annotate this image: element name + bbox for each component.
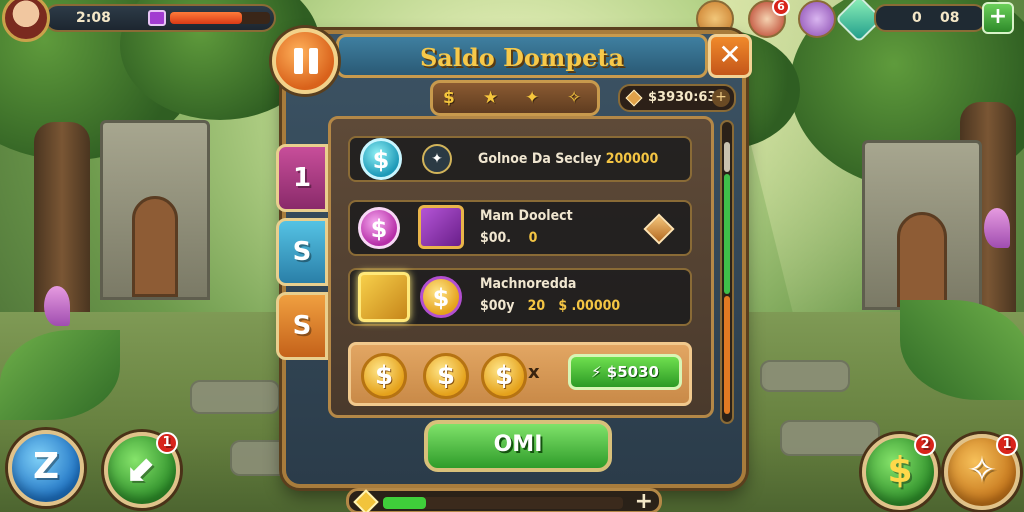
- gold-chest-icon: [358, 272, 410, 322]
- gold-coin-icon: $: [361, 353, 407, 399]
- resource-counter: 0 08: [874, 4, 986, 32]
- dollar-button[interactable]: $ 2: [862, 434, 938, 510]
- side-tab-2[interactable]: S: [276, 218, 328, 286]
- add-progress-button[interactable]: +: [635, 489, 653, 512]
- arrow-down-button[interactable]: ⬋ 1: [104, 432, 180, 508]
- side-tab-3[interactable]: S: [276, 292, 328, 360]
- pause-icon-bar: [309, 48, 318, 74]
- scrollbar-orange-segment: [724, 296, 730, 414]
- scrollbar-thumb[interactable]: [724, 142, 730, 172]
- progress-fill: [383, 497, 427, 509]
- close-button[interactable]: ✕: [708, 34, 752, 78]
- energy-bar-fill: [170, 12, 242, 24]
- category-tab-strip: $ ★ ✦ ✧: [430, 80, 600, 116]
- energy-bar: [170, 12, 270, 24]
- path-stone: [190, 380, 280, 414]
- progress-track: [383, 497, 623, 509]
- player-avatar[interactable]: [2, 0, 50, 42]
- side-tab-1[interactable]: 1: [276, 144, 328, 212]
- row-label: Machnoredda: [480, 276, 577, 292]
- dialog-title: Saldo Dompeta: [419, 43, 625, 72]
- ok-button[interactable]: OMI: [424, 420, 612, 472]
- coin-balance: $3930:63 +: [618, 84, 736, 112]
- path-stone: [780, 420, 880, 456]
- resource-value-right: 08: [940, 10, 960, 26]
- gold-coin-icon: $: [481, 353, 527, 399]
- dollar-icon: $: [887, 450, 913, 491]
- notification-badge: 2: [914, 434, 936, 456]
- add-coins-button[interactable]: +: [712, 89, 730, 107]
- coin-balance-amount: $3930:63: [648, 90, 717, 105]
- star-gem-icon: [353, 489, 379, 512]
- scrollbar[interactable]: [720, 120, 734, 424]
- scrollbar-green-segment: [724, 174, 730, 294]
- row-amount: $00y 20 $ .00000: [480, 298, 621, 314]
- warrior-portrait-icon[interactable]: 6: [748, 0, 790, 38]
- shop-row[interactable]: $ Mam Doolect $00. 0: [348, 200, 692, 256]
- dialog-title-bar: Saldo Dompeta: [336, 34, 708, 78]
- hud-left: 2:08: [0, 0, 280, 42]
- stone-ruin: [862, 140, 982, 310]
- star-medal-icon: ✦: [422, 144, 452, 174]
- tab-coins[interactable]: $: [443, 88, 455, 108]
- tab-sparkle[interactable]: ✦: [525, 88, 539, 108]
- notification-badge: 1: [156, 432, 178, 454]
- shop-row[interactable]: $ ✦ Golnoe Da Secley 200000: [348, 136, 692, 182]
- shop-row[interactable]: $ Machnoredda $00y 20 $ .00000: [348, 268, 692, 326]
- map-button[interactable]: ✧ 1: [944, 434, 1020, 510]
- tab-star[interactable]: ★: [483, 88, 498, 108]
- purple-crate-icon: [418, 205, 464, 249]
- row-amount: $00. 0: [480, 230, 538, 246]
- tab-gift[interactable]: ✧: [567, 88, 581, 108]
- diamond-icon: [625, 89, 643, 107]
- notification-badge: 6: [772, 0, 790, 16]
- multiplier-label: x: [528, 362, 540, 383]
- hud-status-bar: 2:08: [44, 4, 276, 32]
- purple-flower: [44, 286, 70, 326]
- gold-coin-icon: $: [423, 353, 469, 399]
- path-stone: [760, 360, 850, 392]
- row-label: Mam Doolect: [480, 208, 573, 224]
- notification-badge: 1: [996, 434, 1018, 456]
- buy-button[interactable]: ⚡ $5030: [568, 354, 682, 390]
- energy-gem-icon: [148, 10, 166, 26]
- pause-icon-bar: [294, 48, 303, 74]
- add-resource-button[interactable]: +: [982, 2, 1014, 34]
- buy-price: $5030: [606, 363, 659, 381]
- diamond-icon: [643, 213, 675, 245]
- game-clock: 2:08: [76, 10, 111, 26]
- lightning-button[interactable]: Z: [8, 430, 84, 506]
- pink-coin-icon: $: [358, 207, 400, 249]
- row-label: Golnoe Da Secley 200000: [478, 151, 659, 167]
- mushroom-icon[interactable]: [798, 0, 836, 38]
- stone-ruin: [100, 120, 210, 300]
- pause-button[interactable]: [272, 28, 338, 94]
- cyan-coin-icon: $: [360, 138, 402, 180]
- progress-bar: +: [346, 488, 662, 512]
- gold-coin-icon: $: [420, 276, 462, 318]
- purple-flower: [984, 208, 1010, 248]
- resource-value-left: 0: [912, 10, 922, 26]
